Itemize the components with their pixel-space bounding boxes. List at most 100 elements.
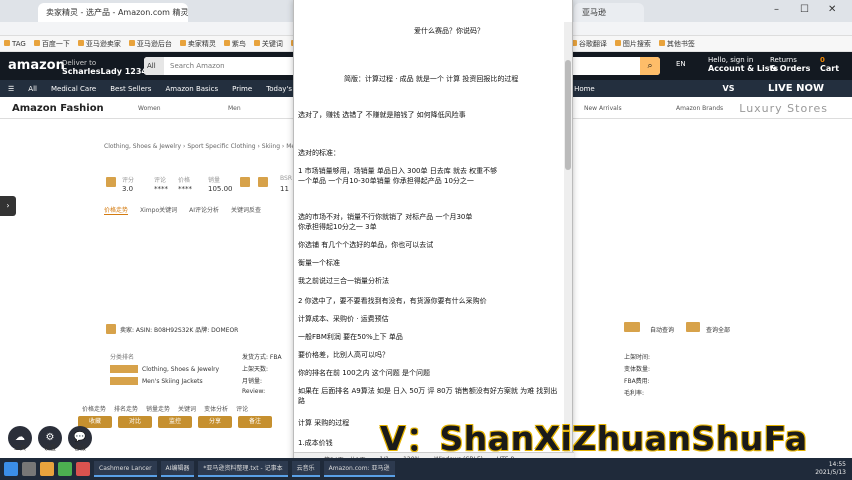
tab-review-analysis[interactable]: AI评论分析: [189, 205, 219, 215]
language-select[interactable]: EN: [676, 60, 686, 68]
circle-label: 工具: [14, 445, 27, 452]
bottom-tab[interactable]: 变体分析: [204, 404, 228, 413]
bottom-tab[interactable]: 关键词: [178, 404, 196, 413]
doc-line: 衡量一个标准: [298, 259, 340, 267]
side-toggle[interactable]: ›: [0, 196, 16, 216]
monitor-button[interactable]: 监控: [158, 416, 192, 428]
stat-bsr: 11: [280, 185, 289, 193]
deliver-label: Deliver to: [62, 59, 97, 67]
tab-price-trend[interactable]: 价格走势: [104, 205, 129, 215]
bookmark-item[interactable]: 卖家精灵: [180, 39, 216, 49]
bookmark-item[interactable]: 百度一下: [34, 39, 70, 49]
doc-line: 你承担得起10分之一 3单: [298, 223, 377, 231]
tab-reverse-keywords[interactable]: 关键词反查: [231, 205, 261, 215]
stat-icon: [106, 177, 116, 187]
detail-row: 发货方式: FBA: [242, 354, 282, 361]
cart-button[interactable]: 0 Cart: [820, 56, 839, 73]
query-icon: [624, 322, 640, 332]
taskbar-app[interactable]: 云音乐: [291, 461, 320, 477]
note-button[interactable]: 备注: [238, 416, 272, 428]
plugin-tabs: 价格走势 Ximpo关键词 AI评论分析 关键词反查: [104, 205, 261, 215]
bookmark-item[interactable]: 关键词: [254, 39, 283, 49]
search-icon[interactable]: [22, 462, 36, 476]
bookmark-item[interactable]: 图片搜索: [615, 39, 651, 49]
category-rank[interactable]: Men's Skiing Jackets: [110, 376, 230, 386]
doc-line: 选对的标准：: [298, 149, 340, 157]
taskbar-app[interactable]: *亚马逊资料整理.txt - 记事本: [198, 461, 288, 477]
fashion-title[interactable]: Amazon Fashion: [12, 103, 104, 114]
start-icon[interactable]: [4, 462, 18, 476]
bookmark-item[interactable]: 其他书签: [659, 39, 695, 49]
fashion-item-new-arrivals[interactable]: New Arrivals: [584, 105, 622, 112]
search-icon[interactable]: ⌕: [640, 57, 660, 75]
folder-icon[interactable]: [40, 462, 54, 476]
bookmark-item[interactable]: 谷歌翻译: [571, 39, 607, 49]
nav-menu-icon[interactable]: ☰: [8, 85, 14, 93]
browser-tab-active[interactable]: 卖家精灵 - 选产品 - Amazon.com 精灵: [38, 3, 188, 22]
taskbar-app[interactable]: Cashmere Lancer: [94, 461, 157, 477]
auto-query-button[interactable]: 自动查询: [650, 325, 674, 334]
search-input[interactable]: Search Amazon: [170, 62, 225, 70]
stat-reviews: ****: [154, 185, 168, 193]
fashion-item-women[interactable]: Women: [138, 105, 161, 112]
nav-item[interactable]: Medical Care: [51, 85, 96, 93]
maximize-icon[interactable]: ☐: [800, 4, 809, 15]
fashion-item-men[interactable]: Men: [228, 105, 241, 112]
bottom-tab[interactable]: 评论: [236, 404, 248, 413]
bookmark-item[interactable]: 亚马逊后台: [129, 39, 172, 49]
deliver-to[interactable]: Deliver to ScharlesLady 12345: [62, 59, 153, 76]
bookmark-item[interactable]: 亚马逊卖家: [78, 39, 121, 49]
nav-item[interactable]: Prime: [232, 85, 252, 93]
doc-line: 你选铺 有几个个选好的单品，你也可以去试: [298, 241, 434, 249]
nav-item[interactable]: All: [28, 85, 37, 93]
detail-row: 月销量:: [242, 378, 263, 385]
nav-item[interactable]: Amazon Basics: [165, 85, 218, 93]
detail-row: 变体数量:: [624, 366, 651, 373]
amazon-logo[interactable]: amazon: [8, 58, 65, 73]
share-button[interactable]: 分享: [198, 416, 232, 428]
doc-line: 2 你选中了，要不要看找到有没有，有货源你要有什么采购价: [298, 297, 487, 305]
category-rank[interactable]: Clothing, Shoes & Jewelry: [110, 364, 230, 374]
category-name: Men's Skiing Jackets: [142, 377, 203, 385]
stat-label: 评论: [154, 177, 167, 184]
bottom-tab[interactable]: 排名走势: [114, 404, 138, 413]
stat-label: 评分: [122, 177, 135, 184]
browser-icon[interactable]: [58, 462, 72, 476]
detail-row: 上架时间:: [624, 354, 651, 361]
doc-line: 1.成本价钱: [298, 439, 333, 447]
bookmark-item[interactable]: 紫鸟: [224, 39, 246, 49]
live-now-banner[interactable]: VS LIVE NOW: [723, 83, 824, 94]
browser-tab[interactable]: 亚马逊: [574, 3, 644, 22]
taskbar-app[interactable]: AI编辑器: [160, 461, 195, 477]
doc-line: 爱什么赛品？你说码？: [414, 27, 484, 35]
clock-time: 14:55: [828, 461, 846, 468]
orders-link[interactable]: Returns & Orders: [770, 56, 810, 73]
orders-label: Returns: [770, 56, 797, 64]
nav-item[interactable]: Best Sellers: [110, 85, 151, 93]
circle-label: 设置: [44, 445, 57, 452]
close-icon[interactable]: ✕: [828, 4, 836, 15]
bottom-tab[interactable]: 价格走势: [82, 404, 106, 413]
doc-scroll-thumb[interactable]: [565, 60, 571, 170]
stat-rating: 3.0: [122, 185, 134, 193]
bookmark-item[interactable]: TAG: [4, 40, 26, 48]
minimize-icon[interactable]: –: [774, 4, 779, 15]
account-menu[interactable]: Hello, sign in Account & Lists: [708, 56, 778, 73]
app-icon[interactable]: [76, 462, 90, 476]
orders-title: & Orders: [770, 64, 811, 73]
notepad-document[interactable]: 爱什么赛品？你说码？ 简版：计算过程 · 成品 就是一个 计算 投资回报比的过程选…: [293, 0, 574, 465]
detail-row: 毛利率:: [624, 390, 645, 397]
doc-line: 计算 采购的过程: [298, 419, 350, 427]
tab-keywords[interactable]: Ximpo关键词: [140, 205, 177, 215]
compare-button[interactable]: 对比: [118, 416, 152, 428]
luxury-stores-link[interactable]: Luxury Stores: [739, 102, 828, 115]
fashion-item-amazon-brands[interactable]: Amazon Brands: [676, 105, 723, 112]
clock[interactable]: 14:55 2021/5/13: [815, 461, 846, 477]
query-all-button[interactable]: 查询全部: [706, 325, 730, 334]
taskbar-app[interactable]: Amazon.com: 亚马逊: [323, 461, 395, 477]
search-category-select[interactable]: All: [144, 57, 164, 75]
bottom-tab[interactable]: 销量走势: [146, 404, 170, 413]
detail-row: Review:: [242, 388, 266, 395]
nav-vs: VS: [722, 84, 735, 93]
stat-price: ****: [178, 185, 192, 193]
